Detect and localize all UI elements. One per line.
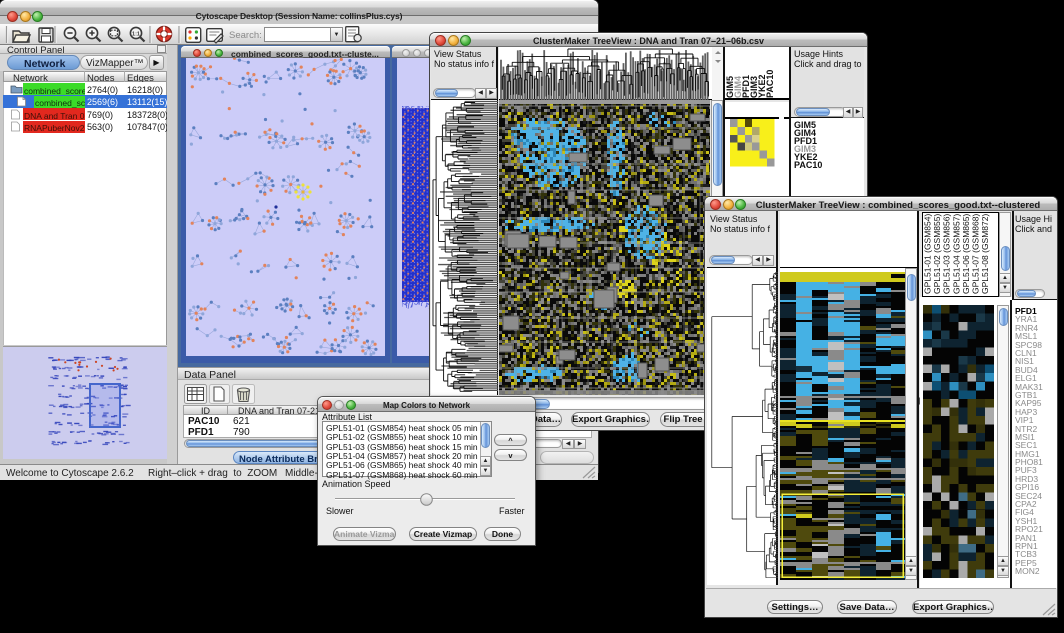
- svg-text:GPL51-06 (GSM865): GPL51-06 (GSM865): [961, 214, 971, 294]
- svg-text:GPL51-01 (GSM854): GPL51-01 (GSM854): [923, 214, 933, 294]
- svg-text:GPL51-04 (GSM857): GPL51-04 (GSM857): [951, 214, 961, 294]
- svg-text:GPL51-02 (GSM855): GPL51-02 (GSM855): [932, 214, 942, 294]
- svg-text:GPL51-03 (GSM856): GPL51-03 (GSM856): [942, 214, 952, 294]
- svg-text:1:1: 1:1: [132, 31, 140, 37]
- svg-text:PAC10: PAC10: [765, 70, 775, 98]
- svg-text:GPL51-08 (GSM872): GPL51-08 (GSM872): [980, 214, 990, 294]
- svg-text:GPL51-07 (GSM868): GPL51-07 (GSM868): [971, 214, 981, 294]
